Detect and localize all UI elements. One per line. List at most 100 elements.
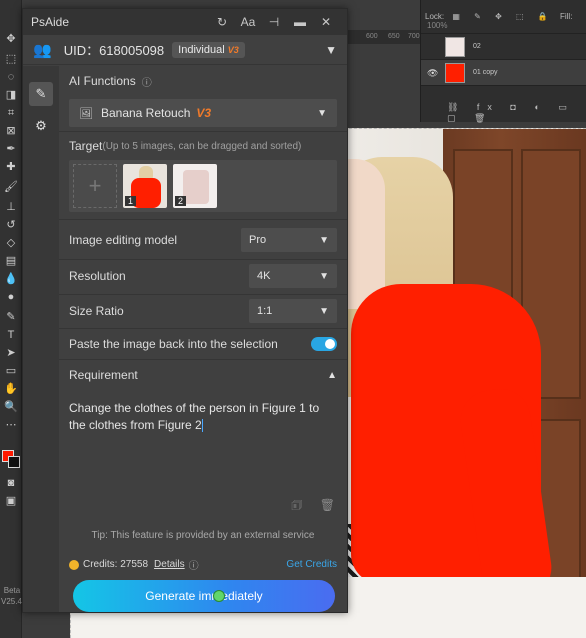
divider [59,328,347,329]
generate-button[interactable]: Generate immediately [73,580,335,612]
font-size-icon[interactable]: Aa [235,15,261,29]
pen-tool-icon[interactable]: ✎ [3,310,19,324]
credits-text: Credits: 27558 [83,559,149,570]
ai-function-version: V3 [196,106,212,120]
add-image-button[interactable]: + [73,164,117,208]
edit-icon[interactable]: ✎ [29,82,53,106]
ai-function-select[interactable]: 🖼 Banana Retouch V3 ▼ [69,99,337,127]
model-row: Image editing model Pro ▼ [59,226,347,254]
layer-row[interactable]: 02 [421,34,586,60]
ai-functions-label: AI Functions [69,74,136,88]
size-ratio-value: 1:1 [257,305,273,317]
thumb-index: 1 [125,196,137,206]
background-color-swatch[interactable] [8,456,20,468]
lock-label: Lock: [425,12,445,21]
generate-label: Generate immediately [145,589,263,603]
gradient-tool-icon[interactable]: ▤ [3,254,19,268]
blur-tool-icon[interactable]: 💧 [3,272,19,286]
history-brush-icon[interactable]: ↺ [3,218,19,232]
coin-icon [69,559,79,570]
prompt-library-icon[interactable]: 🗊 [291,498,302,512]
ruler: 600 650 700 [348,30,420,44]
info-icon[interactable]: ⓘ [189,557,199,572]
shape-tool-icon[interactable]: ▭ [3,364,19,378]
layer-row[interactable]: 👁 01 copy [421,60,586,86]
image-icon: 🖼 [79,107,93,120]
hand-tool-icon[interactable]: ✋ [3,382,19,396]
zoom-tool-icon[interactable]: 🔍 [3,400,19,414]
divider [59,131,347,132]
requirement-textarea[interactable]: Change the clothes of the person in Figu… [59,388,347,522]
target-thumbnail[interactable]: 1 [123,164,167,208]
eye-icon[interactable]: 👁 [427,68,438,79]
size-ratio-row: Size Ratio 1:1 ▼ [59,297,347,325]
brush-tool-icon[interactable]: 🖌 [3,180,19,194]
photoshop-window: 600 650 700 Lock: ▦ ✎ ✥ ⬚ 🔒 Fill: 100% 0… [0,0,586,638]
quick-mask-icon[interactable]: ◙ [3,476,19,490]
user-bar[interactable]: 👥 UID：618005098 Individual V3 ▼ [23,35,347,65]
fill-value[interactable]: 100% [427,21,447,30]
screen-mode-icon[interactable]: ▣ [3,494,19,508]
chevron-up-icon[interactable]: ▲ [327,370,337,381]
layer-thumbnail [445,63,465,83]
resolution-select[interactable]: 4K ▼ [249,264,337,288]
target-thumbnail[interactable]: 2 [173,164,217,208]
resolution-value: 4K [257,270,271,282]
path-select-icon[interactable]: ➤ [3,346,19,360]
layers-panel: Lock: ▦ ✎ ✥ ⬚ 🔒 Fill: 100% 02 👁 01 copy … [420,0,586,123]
minimize-icon[interactable]: ▬ [287,15,313,29]
details-link[interactable]: Details [154,559,185,570]
more-tools-icon[interactable]: ⋯ [3,418,19,432]
tools-toolbar: ✥ ⬚ ◌ ◨ ⌗ ⊠ ✒ ✚ 🖌 ⊥ ↺ ◇ ▤ 💧 ● ✎ T ➤ ▭ ✋ … [0,0,29,638]
trash-icon[interactable]: 🗑 [320,498,335,512]
layers-footer-icons[interactable]: ⛓ fx ◘ ◐ ▭ ▢ 🗑 [421,102,586,123]
text-cursor [201,419,203,433]
stamp-tool-icon[interactable]: ⊥ [3,200,19,214]
refresh-icon[interactable]: ↻ [209,15,235,29]
info-icon[interactable]: ⓘ [142,74,152,89]
ruler-tick: 600 [366,33,378,40]
dodge-tool-icon[interactable]: ● [3,290,19,304]
eraser-tool-icon[interactable]: ◇ [3,236,19,250]
layer-name: 02 [473,43,481,50]
plan-version: V3 [227,44,239,55]
model-select[interactable]: Pro ▼ [241,228,337,252]
target-hint: (Up to 5 images, can be dragged and sort… [102,140,302,152]
get-credits-link[interactable]: Get Credits [286,559,337,570]
healing-tool-icon[interactable]: ✚ [3,160,19,174]
credits-bar: Credits: 27558 Details ⓘ Get Credits [59,557,347,572]
object-select-tool-icon[interactable]: ◨ [3,88,19,102]
lasso-tool-icon[interactable]: ◌ [3,70,19,84]
frame-tool-icon[interactable]: ⊠ [3,124,19,138]
psaide-panel: PsAide ↻ Aa ⊣ ▬ ✕ 👥 UID：618005098 Indivi… [22,8,348,613]
requirement-label: Requirement [69,368,138,382]
gear-icon[interactable]: ⚙ [29,114,53,138]
chevron-down-icon[interactable]: ▼ [325,43,337,57]
chevron-down-icon: ▼ [319,270,329,282]
size-ratio-select[interactable]: 1:1 ▼ [249,299,337,323]
requirement-header[interactable]: Requirement ▲ [59,362,347,388]
panel-sidebar: ✎ ⚙ [23,66,59,612]
eyedropper-tool-icon[interactable]: ✒ [3,142,19,156]
panel-titlebar: PsAide ↻ Aa ⊣ ▬ ✕ [23,9,347,35]
lock-icons[interactable]: ▦ ✎ ✥ ⬚ 🔒 [452,12,553,21]
model-label: Image editing model [69,233,178,247]
uid-text: UID：618005098 [63,43,165,58]
target-images-box: + 1 2 [69,160,337,212]
marquee-tool-icon[interactable]: ⬚ [3,52,19,66]
fill-label: Fill: [559,12,573,21]
target-label: Target [69,139,103,153]
canvas-face [345,159,385,309]
panel-title: PsAide [31,15,70,29]
move-tool-icon[interactable]: ✥ [3,32,19,46]
close-icon[interactable]: ✕ [313,15,339,29]
pin-icon[interactable]: ⊣ [261,15,287,29]
panel-content: AI Functions ⓘ 🖼 Banana Retouch V3 ▼ Tar… [59,66,347,612]
crop-tool-icon[interactable]: ⌗ [3,106,19,120]
ai-functions-header: AI Functions ⓘ [59,70,347,92]
ai-function-value: Banana Retouch [100,106,191,120]
users-icon: 👥 [33,41,52,59]
divider [59,359,347,360]
type-tool-icon[interactable]: T [3,328,19,342]
paste-back-toggle[interactable] [311,337,337,351]
